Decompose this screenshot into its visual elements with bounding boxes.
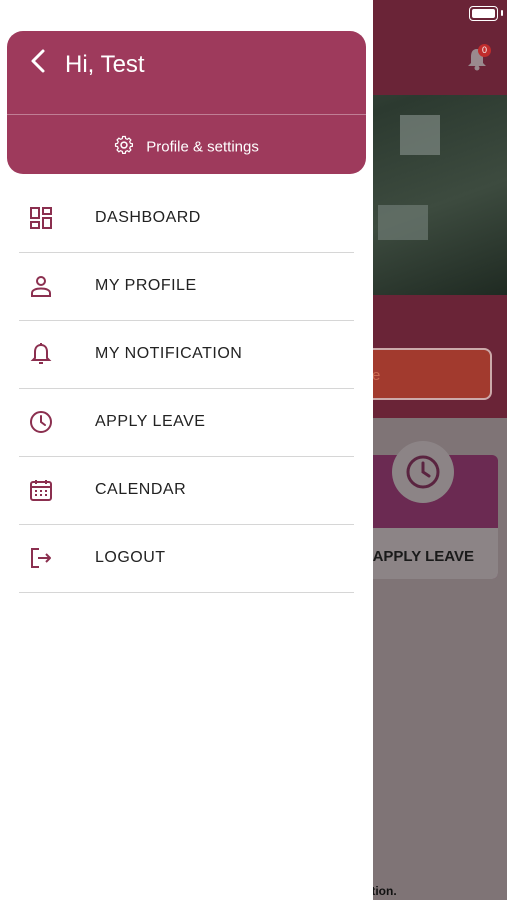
- menu-item-my-notification[interactable]: MY NOTIFICATION: [19, 321, 354, 389]
- menu-item-logout[interactable]: LOGOUT: [19, 525, 354, 593]
- clock-icon: [29, 410, 53, 434]
- menu-item-calendar[interactable]: CALENDAR: [19, 457, 354, 525]
- notification-badge: 0: [478, 44, 491, 57]
- clock-time: 10:41 AM: [220, 6, 287, 23]
- person-icon: [29, 274, 53, 298]
- drawer-header: Hi, Test Profile & settings: [7, 31, 366, 174]
- menu-item-label: MY PROFILE: [95, 277, 197, 294]
- menu-item-my-profile[interactable]: MY PROFILE: [19, 253, 354, 321]
- menu-item-label: LOGOUT: [95, 549, 166, 566]
- greeting-title: Hi, Test: [65, 51, 145, 78]
- menu-item-label: DASHBOARD: [95, 209, 201, 226]
- menu-item-label: APPLY LEAVE: [95, 413, 206, 430]
- menu-item-label: MY NOTIFICATION: [95, 345, 243, 362]
- background-action-button[interactable]: e: [358, 348, 492, 400]
- calendar-icon: [29, 478, 53, 502]
- menu-item-label: CALENDAR: [95, 481, 187, 498]
- background-button-fragment: e: [372, 367, 381, 384]
- header-divider: [7, 114, 366, 115]
- battery-icon: [469, 6, 498, 21]
- bell-icon: [29, 342, 53, 366]
- logout-icon: [29, 546, 53, 570]
- profile-settings-link[interactable]: Profile & settings: [7, 135, 366, 159]
- status-bar: Carrier 10:41 AM: [0, 0, 507, 27]
- gear-icon: [114, 135, 134, 159]
- profile-settings-label: Profile & settings: [146, 138, 259, 156]
- drawer-menu: DASHBOARD MY PROFILE MY NOTIFICATION APP…: [19, 185, 354, 593]
- battery-tip: [501, 10, 503, 16]
- dashboard-icon: [29, 206, 53, 230]
- back-chevron-icon[interactable]: [27, 47, 51, 77]
- apply-leave-card-clock-icon: [392, 441, 454, 503]
- navigation-drawer: Hi, Test Profile & settings DASHBOARD MY…: [0, 0, 373, 900]
- menu-item-dashboard[interactable]: DASHBOARD: [19, 185, 354, 253]
- menu-item-apply-leave[interactable]: APPLY LEAVE: [19, 389, 354, 457]
